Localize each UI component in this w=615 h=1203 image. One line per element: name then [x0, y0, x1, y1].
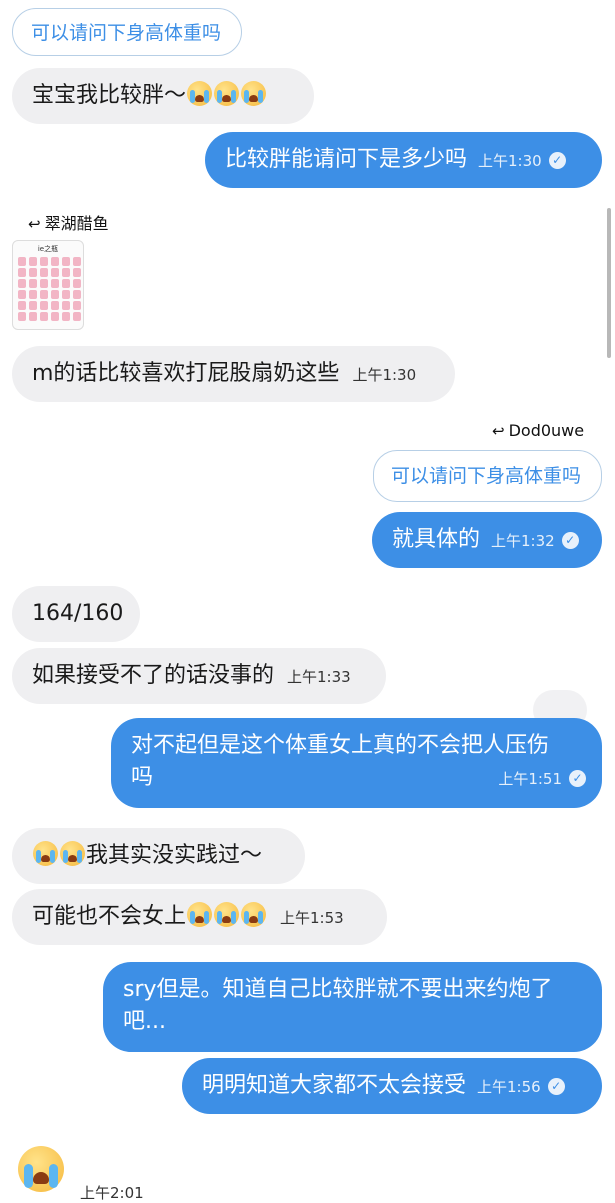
quoted-message-text: 可以请问下身高体重吗	[31, 22, 222, 44]
message-time: 上午1:30	[478, 152, 542, 170]
message-outgoing[interactable]: 对不起但是这个体重女上真的不会把人压伤 吗 上午1:51 ✓	[111, 718, 602, 808]
read-check-icon: ✓	[569, 769, 586, 787]
message-incoming[interactable]: m的话比较喜欢打屁股扇奶这些 上午1:30	[12, 346, 455, 402]
message-outgoing[interactable]: 比较胖能请问下是多少吗 上午1:30 ✓	[205, 132, 602, 188]
message-text: 吧...	[123, 1009, 166, 1034]
reply-header: ↩ 翠湖醋鱼	[28, 210, 109, 234]
message-incoming[interactable]: 可能也不会女上 上午1:53	[12, 889, 387, 945]
quoted-message[interactable]: 可以请问下身高体重吗	[12, 8, 242, 56]
cry-emoji-icon	[241, 902, 267, 927]
message-incoming[interactable]: 164/160	[12, 586, 140, 642]
message-text: 就具体的	[392, 527, 481, 552]
message-text: sry但是。知道自己比较胖就不要出来约炮了	[123, 977, 553, 1002]
message-text: 可能也不会女上	[32, 904, 187, 929]
read-check-icon: ✓	[561, 531, 579, 549]
image-grid	[18, 257, 83, 321]
cry-emoji-icon	[187, 81, 213, 106]
message-outgoing[interactable]: 明明知道大家都不太会接受 上午1:56 ✓	[182, 1058, 602, 1114]
scrollbar[interactable]	[607, 208, 611, 358]
message-text: 吗	[131, 765, 154, 790]
cry-emoji-icon	[214, 81, 240, 106]
message-text: 如果接受不了的话没事的	[32, 663, 275, 688]
read-check-icon: ✓	[548, 151, 566, 169]
message-text: 164/160	[32, 601, 124, 626]
reply-arrow-icon: ↩	[28, 215, 41, 233]
read-check-icon: ✓	[547, 1077, 565, 1095]
message-time: 上午1:51	[498, 770, 562, 788]
message-text: 明明知道大家都不太会接受	[202, 1073, 467, 1098]
message-time: 上午1:56	[477, 1078, 541, 1096]
quoted-message-text: 可以请问下身高体重吗	[391, 465, 582, 487]
message-incoming[interactable]: 我其实没实践过～	[12, 828, 305, 884]
message-time: 上午1:30	[352, 366, 417, 384]
cry-emoji-icon	[60, 841, 85, 866]
cry-emoji-icon	[214, 902, 240, 927]
message-outgoing[interactable]: 就具体的 上午1:32 ✓	[372, 512, 602, 568]
message-time: 上午1:32	[491, 532, 555, 550]
message-text: 宝宝我比较胖～	[32, 83, 187, 108]
cry-emoji-icon	[33, 841, 58, 866]
message-incoming[interactable]: 如果接受不了的话没事的 上午1:33	[12, 648, 386, 704]
message-outgoing[interactable]: sry但是。知道自己比较胖就不要出来约炮了 吧...	[103, 962, 602, 1052]
cry-emoji-icon	[241, 81, 267, 106]
message-text: m的话比较喜欢打屁股扇奶这些	[32, 361, 340, 386]
message-text: 我其实没实践过～	[86, 843, 263, 868]
message-time: 上午1:33	[287, 668, 351, 686]
quoted-message[interactable]: 可以请问下身高体重吗	[373, 450, 602, 502]
message-text: 比较胖能请问下是多少吗	[225, 147, 468, 172]
reply-author: 翠湖醋鱼	[44, 214, 109, 233]
reply-arrow-icon: ↩	[492, 422, 505, 440]
message-time: 上午1:53	[280, 909, 344, 927]
cry-emoji-large-icon[interactable]	[18, 1146, 64, 1192]
reply-author: Dod0uwe	[508, 421, 585, 440]
message-incoming[interactable]: 宝宝我比较胖～	[12, 68, 314, 124]
cry-emoji-icon	[187, 902, 213, 927]
image-thumbnail[interactable]: ie之瓶	[12, 240, 84, 330]
message-text: 对不起但是这个体重女上真的不会把人压伤	[131, 733, 550, 758]
image-caption: ie之瓶	[37, 245, 59, 253]
reply-header: ↩ Dod0uwe	[492, 421, 584, 440]
